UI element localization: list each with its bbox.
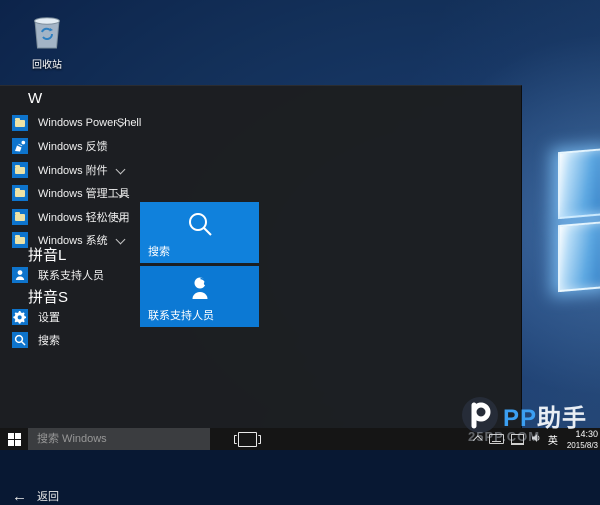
back-arrow-icon: ← — [12, 487, 27, 505]
app-item-windows-accessories[interactable]: Windows 附件 — [0, 159, 134, 181]
app-item-label: 搜索 — [38, 335, 60, 347]
app-item-settings[interactable]: 设置 — [0, 306, 134, 328]
app-section-header-pinyin-l: 拼音L — [28, 247, 67, 264]
task-view-icon[interactable] — [234, 431, 261, 447]
app-item-label: Windows 反馈 — [38, 141, 108, 153]
start-menu-panel: W Windows PowerShell Windows 反馈 Windows … — [0, 85, 522, 504]
brand-suffix-text: 助手 — [537, 405, 588, 432]
folder-icon — [12, 232, 28, 248]
folder-icon — [12, 162, 28, 178]
folder-icon — [12, 115, 28, 131]
back-button[interactable]: ← 返回 — [12, 488, 59, 504]
app-item-windows-system[interactable]: Windows 系统 — [0, 229, 134, 251]
windows-logo-pane-bottom — [558, 220, 600, 293]
windows-logo-pane-top — [558, 147, 600, 220]
pp-assistant-brand: PP助手 — [503, 398, 587, 433]
search-input[interactable] — [28, 428, 210, 450]
app-item-windows-powershell[interactable]: Windows PowerShell — [0, 112, 141, 134]
tile-search[interactable]: 搜索 — [140, 202, 259, 263]
search-icon — [140, 209, 259, 239]
app-item-windows-ease-of-access[interactable]: Windows 轻松使用 — [0, 206, 134, 228]
app-item-windows-feedback[interactable]: Windows 反馈 — [0, 135, 134, 157]
app-item-contact-support[interactable]: 联系支持人员 — [0, 264, 134, 286]
app-item-label: Windows 附件 — [38, 165, 108, 177]
clock-date: 2015/8/3 — [566, 441, 598, 450]
app-item-label: Windows PowerShell — [38, 117, 142, 129]
brand-pp-text: PP — [503, 405, 538, 432]
app-section-header-w: W — [28, 90, 43, 107]
recycle-bin-icon — [30, 12, 64, 55]
tile-contact-support[interactable]: 联系支持人员 — [140, 266, 259, 327]
app-item-label: 设置 — [38, 312, 60, 324]
gear-icon — [12, 309, 28, 325]
folder-icon — [12, 209, 28, 225]
pp-assistant-site-watermark: 25PP.COM — [468, 429, 541, 444]
app-item-label: 联系支持人员 — [38, 270, 104, 282]
taskbar-search-box[interactable] — [28, 428, 210, 450]
start-button[interactable] — [0, 428, 28, 450]
search-icon — [12, 332, 28, 348]
contact-icon — [12, 267, 28, 283]
tile-label: 搜索 — [148, 246, 170, 258]
contact-headset-icon — [140, 273, 259, 305]
tile-label: 联系支持人员 — [148, 310, 214, 322]
back-button-label: 返回 — [37, 491, 59, 503]
folder-icon — [12, 185, 28, 201]
app-item-windows-admin-tools[interactable]: Windows 管理工具 — [0, 182, 134, 204]
app-item-search[interactable]: 搜索 — [0, 329, 134, 351]
recycle-bin-label: 回收站 — [32, 60, 62, 71]
recycle-bin[interactable]: 回收站 — [17, 12, 77, 71]
chevron-down-icon[interactable] — [115, 234, 126, 245]
app-section-header-pinyin-s: 拼音S — [28, 289, 69, 306]
feedback-icon — [12, 138, 28, 154]
input-language-indicator[interactable]: 英 — [548, 432, 558, 447]
chevron-down-icon[interactable] — [115, 164, 126, 175]
windows-logo-icon — [7, 432, 21, 446]
